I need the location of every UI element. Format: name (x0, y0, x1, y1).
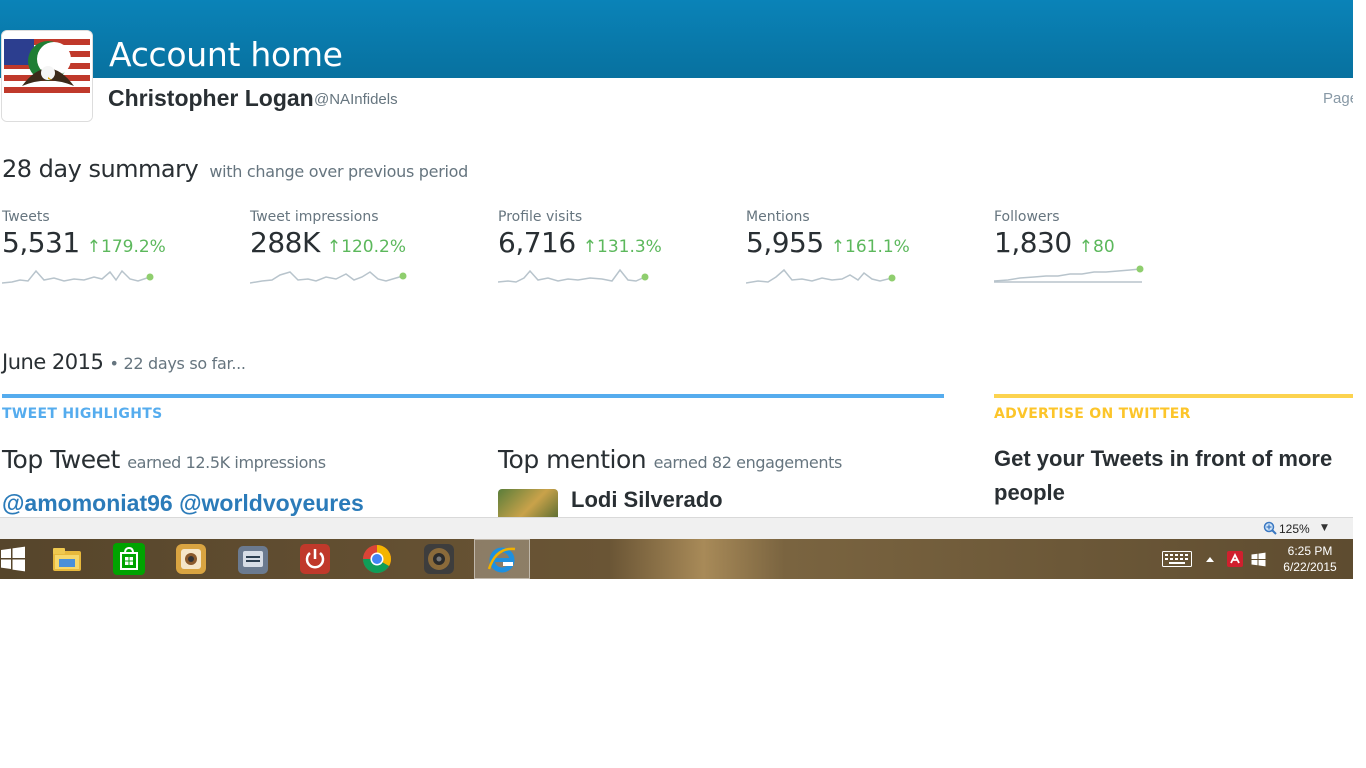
stat-change-value: 131.3% (597, 237, 662, 257)
stat-label: Followers (994, 209, 1060, 225)
month-subtitle: • 22 days so far... (109, 354, 246, 373)
browser-status-bar: 125% ▼ (0, 517, 1353, 539)
stat-label: Mentions (746, 209, 810, 225)
taskbar-chrome[interactable] (346, 539, 408, 579)
clock-time: 6:25 PM (1287, 544, 1333, 558)
up-arrow-icon: ↑ (86, 237, 102, 257)
stat-tweet-impressions[interactable]: Tweet impressions 288K ↑120.2% (250, 209, 490, 287)
mention-avatar[interactable] (498, 489, 558, 517)
store-icon (113, 543, 145, 575)
stat-mentions[interactable]: Mentions 5,955 ↑161.1% (746, 209, 986, 287)
speaker-icon (424, 544, 454, 574)
zoom-icon[interactable] (1263, 521, 1277, 535)
up-arrow-icon: ↑ (1078, 237, 1094, 257)
windows-taskbar: 6:25 PM 6/22/2015 (0, 539, 1353, 579)
stat-change-value: 120.2% (341, 237, 406, 257)
taskbar-speaker-app[interactable] (408, 539, 470, 579)
stat-label: Tweet impressions (250, 209, 379, 225)
stat-tweets[interactable]: Tweets 5,531 ↑179.2% (2, 209, 242, 287)
top-tweet-subtitle: earned 12.5K impressions (127, 453, 326, 472)
taskbar-photo-app[interactable] (160, 539, 222, 579)
start-icon (1, 546, 25, 572)
stat-value: 1,830 (994, 226, 1072, 259)
page-link[interactable]: Page (1323, 90, 1353, 107)
stat-label: Profile visits (498, 209, 583, 225)
taskbar-internet-explorer[interactable] (474, 539, 530, 579)
photo-app-icon (176, 544, 206, 574)
sparkline-tweets (2, 269, 154, 284)
mention-user-name[interactable]: Lodi Silverado (571, 487, 723, 513)
stat-followers[interactable]: Followers 1,830 ↑80 (994, 209, 1234, 287)
clock-date: 6/22/2015 (1283, 560, 1337, 574)
taskbar-doc-app[interactable] (222, 539, 284, 579)
chrome-icon (363, 545, 391, 573)
stat-label: Tweets (2, 209, 50, 225)
account-handle[interactable]: @NAInfidels (314, 91, 398, 108)
up-arrow-icon: ↑ (582, 237, 598, 257)
top-tweet-text[interactable]: @amomoniat96 @worldvoyeures (2, 490, 364, 517)
taskbar-power-app[interactable] (284, 539, 346, 579)
profile-avatar[interactable] (1, 30, 93, 122)
zoom-level[interactable]: 125% (1279, 522, 1310, 536)
sparkline-mentions (746, 268, 896, 284)
highlights-divider (2, 394, 944, 398)
up-arrow-icon: ↑ (326, 237, 342, 257)
stat-change: ↑120.2% (327, 237, 406, 257)
month-heading: June 2015 • 22 days so far... (2, 350, 246, 374)
stat-change-value: 80 (1093, 237, 1115, 257)
top-tweet-heading: Top Tweet earned 12.5K impressions (2, 445, 326, 474)
stat-value: 288K (250, 226, 320, 259)
taskbar-store[interactable] (98, 539, 160, 579)
zoom-dropdown-icon[interactable]: ▼ (1321, 523, 1328, 533)
up-arrow-icon: ↑ (830, 237, 846, 257)
top-mention-heading: Top mention earned 82 engagements (498, 445, 842, 474)
advertise-promo-text[interactable]: Get your Tweets in front of more people (994, 442, 1344, 510)
month-title: June 2015 (2, 350, 104, 374)
stat-change-value: 179.2% (101, 237, 166, 257)
page-title: Account home (109, 35, 343, 74)
stat-change: ↑80 (1079, 237, 1115, 257)
ads-divider (994, 394, 1353, 398)
sparkline-impressions (250, 271, 407, 284)
advertise-label[interactable]: ADVERTISE ON TWITTER (994, 406, 1191, 422)
start-button[interactable] (0, 539, 38, 579)
taskbar-clock[interactable]: 6:25 PM 6/22/2015 (1270, 543, 1350, 575)
stat-value: 5,531 (2, 226, 80, 259)
taskbar-file-explorer[interactable] (36, 539, 98, 579)
top-tweet-title: Top Tweet (2, 445, 120, 474)
doc-app-icon (238, 546, 268, 574)
account-name[interactable]: Christopher Logan (108, 85, 314, 112)
browser-viewport: Account home Christopher Logan @NAInfide… (0, 0, 1353, 517)
touch-keyboard-icon[interactable] (1162, 551, 1192, 567)
top-mention-subtitle: earned 82 engagements (653, 453, 843, 472)
stat-value: 6,716 (498, 226, 576, 259)
sparkline-followers (994, 265, 1144, 283)
stat-change-value: 161.1% (845, 237, 910, 257)
stat-change: ↑179.2% (87, 237, 166, 257)
power-icon (300, 544, 330, 574)
stat-value: 5,955 (746, 226, 824, 259)
action-center-icon[interactable] (1251, 552, 1266, 567)
antivirus-icon[interactable] (1227, 551, 1243, 567)
internet-explorer-icon (487, 547, 516, 573)
summary-title: 28 day summary (2, 155, 199, 183)
summary-heading: 28 day summary with change over previous… (2, 155, 468, 183)
stat-change: ↑161.1% (831, 237, 910, 257)
sparkline-profile-visits (498, 268, 649, 283)
summary-subtitle: with change over previous period (209, 162, 468, 181)
stat-profile-visits[interactable]: Profile visits 6,716 ↑131.3% (498, 209, 738, 287)
show-hidden-icons-icon[interactable] (1205, 555, 1215, 563)
tweet-highlights-label: TWEET HIGHLIGHTS (2, 406, 163, 422)
stat-change: ↑131.3% (583, 237, 662, 257)
top-mention-title: Top mention (498, 445, 647, 474)
file-explorer-icon (53, 548, 81, 571)
